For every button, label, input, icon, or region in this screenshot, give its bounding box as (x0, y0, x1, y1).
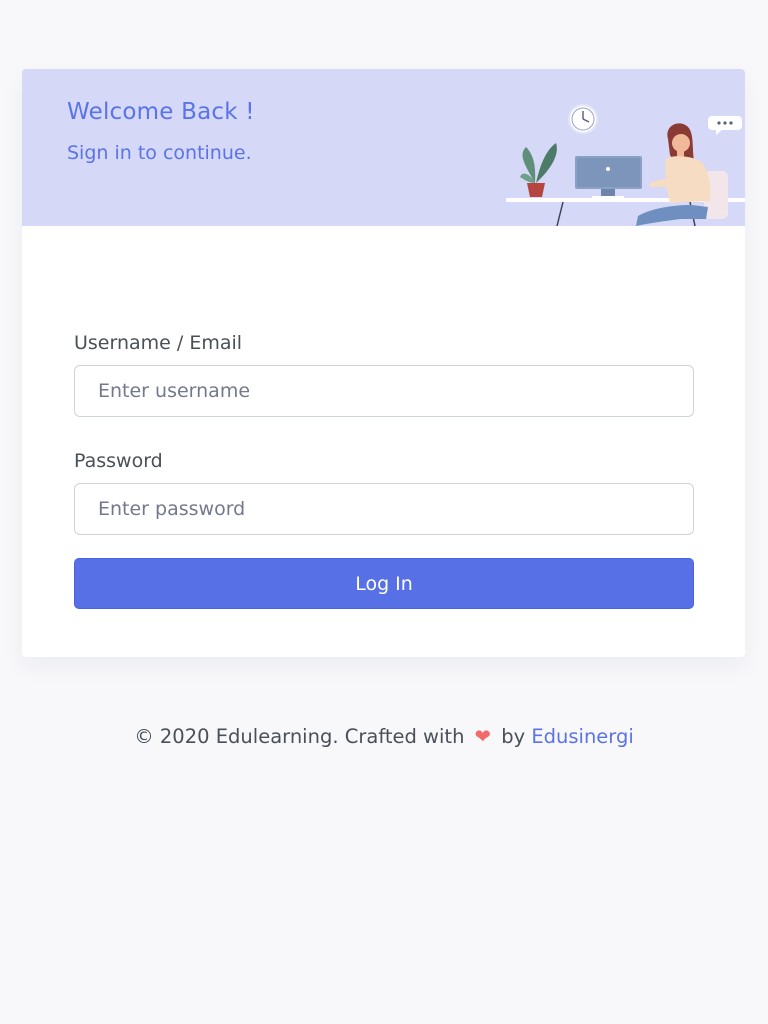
card-header: Welcome Back ! Sign in to continue. (22, 69, 745, 226)
footer: © 2020 Edulearning. Crafted with ❤ by Ed… (0, 725, 768, 748)
username-group: Username / Email (74, 332, 694, 417)
login-page: Welcome Back ! Sign in to continue. User… (0, 0, 768, 1024)
heart-icon: ❤ (474, 725, 491, 748)
footer-copyright: © 2020 Edulearning. Crafted with (134, 725, 465, 748)
woman-at-desk-illustration (506, 104, 745, 226)
password-group: Password (74, 450, 694, 535)
chat-bubble-icon (708, 116, 742, 135)
brand-link[interactable]: Edusinergi (531, 725, 633, 748)
username-label: Username / Email (74, 332, 243, 354)
login-button[interactable]: Log In (74, 558, 694, 609)
welcome-subtitle: Sign in to continue. (67, 142, 252, 164)
footer-by: by (501, 725, 526, 748)
login-card: Welcome Back ! Sign in to continue. User… (22, 69, 745, 657)
password-label: Password (74, 450, 163, 472)
username-input[interactable] (74, 365, 694, 417)
woman-figure (636, 123, 711, 226)
welcome-title: Welcome Back ! (67, 99, 255, 125)
monitor-icon (575, 156, 642, 199)
password-input[interactable] (74, 483, 694, 535)
plant-icon (520, 143, 557, 197)
login-form: Username / Email Password Log In (74, 332, 694, 609)
clock-icon (568, 104, 598, 134)
